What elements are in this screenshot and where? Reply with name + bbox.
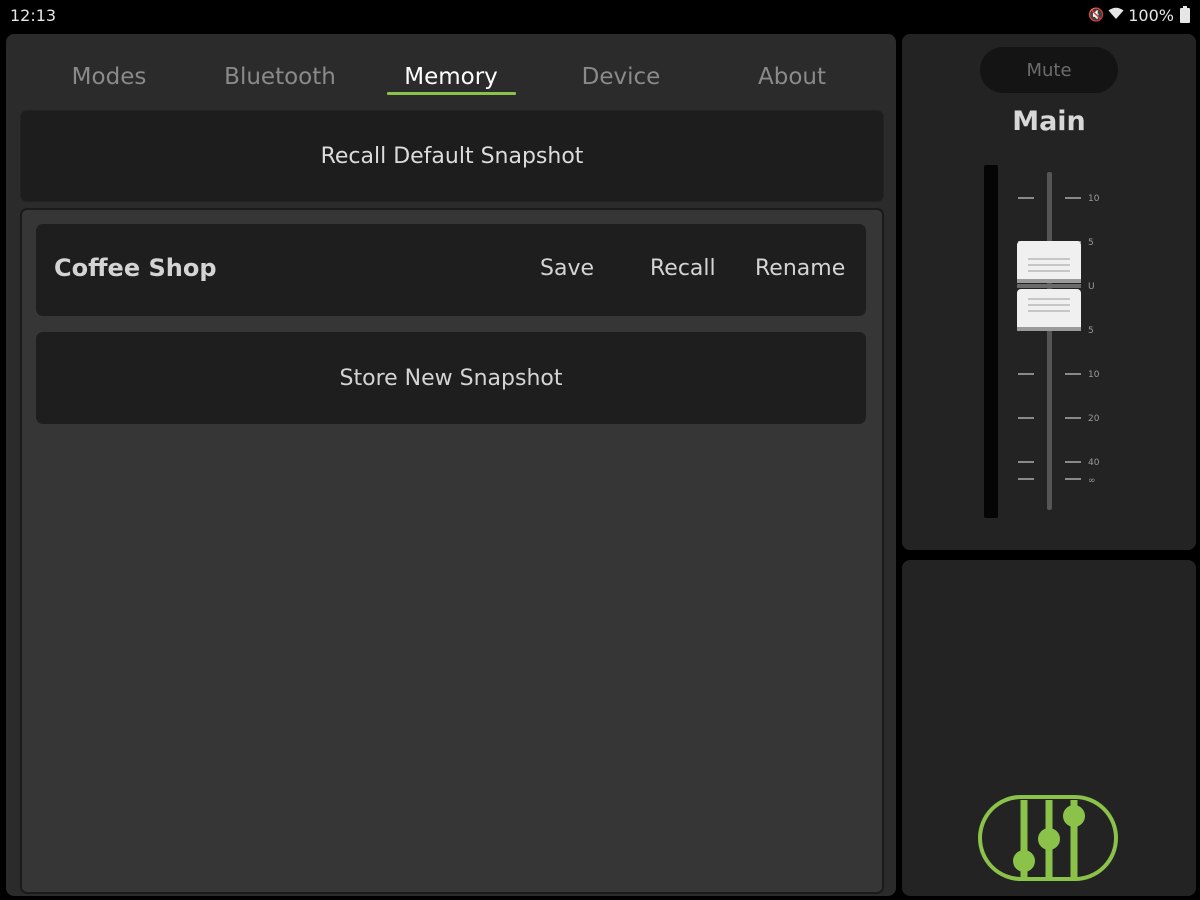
tab-about[interactable]: About	[707, 64, 877, 90]
tab-modes[interactable]: Modes	[24, 64, 194, 90]
app-screen: 12:13 🔇 100% Modes Bluetooth Memory Devi…	[0, 0, 1200, 900]
main-panel: Modes Bluetooth Memory Device About Reca…	[6, 34, 896, 896]
scale-label: 10	[1088, 370, 1100, 380]
tab-bluetooth[interactable]: Bluetooth	[195, 64, 365, 90]
level-meter	[984, 165, 998, 518]
battery-icon	[1180, 6, 1190, 23]
logo-panel	[902, 560, 1196, 896]
status-bar: 12:13 🔇 100%	[0, 0, 1200, 30]
recall-default-snapshot-button[interactable]: Recall Default Snapshot	[20, 110, 884, 202]
status-icons: 🔇 100%	[1088, 6, 1190, 25]
mute-icon: 🔇	[1088, 8, 1105, 23]
snapshot-row: Coffee Shop Save Recall Rename	[36, 224, 866, 316]
snapshot-name: Coffee Shop	[54, 254, 217, 282]
fader-panel: Mute Main 10 5 U 5 10 20 40 ∞	[902, 34, 1196, 550]
save-snapshot-button[interactable]: Save	[540, 256, 594, 281]
scale-label: 40	[1088, 458, 1100, 468]
mixer-logo-icon	[978, 795, 1118, 881]
fader-scale: 10 5 U 5 10 20 40 ∞	[1018, 194, 1100, 484]
active-tab-indicator	[387, 92, 516, 95]
status-time: 12:13	[10, 6, 57, 25]
rename-snapshot-button[interactable]: Rename	[755, 256, 845, 281]
store-new-snapshot-button[interactable]: Store New Snapshot	[36, 332, 866, 424]
scale-label: 5	[1088, 326, 1094, 336]
fader-knob[interactable]	[1016, 239, 1082, 331]
scale-label: ∞	[1088, 476, 1096, 484]
battery-percentage: 100%	[1128, 6, 1174, 25]
channel-title: Main	[1012, 106, 1086, 137]
tab-device[interactable]: Device	[536, 64, 706, 90]
scale-label: 5	[1088, 238, 1094, 248]
wifi-icon	[1108, 7, 1124, 24]
scale-label: U	[1088, 282, 1095, 292]
mute-button[interactable]: Mute	[980, 47, 1118, 93]
recall-snapshot-button[interactable]: Recall	[650, 256, 716, 281]
tab-bar: Modes Bluetooth Memory Device About	[6, 34, 896, 108]
tab-memory[interactable]: Memory	[366, 64, 536, 90]
scale-label: 10	[1088, 194, 1100, 204]
scale-label: 20	[1088, 414, 1100, 424]
snapshot-list: Coffee Shop Save Recall Rename Store New…	[20, 208, 884, 894]
